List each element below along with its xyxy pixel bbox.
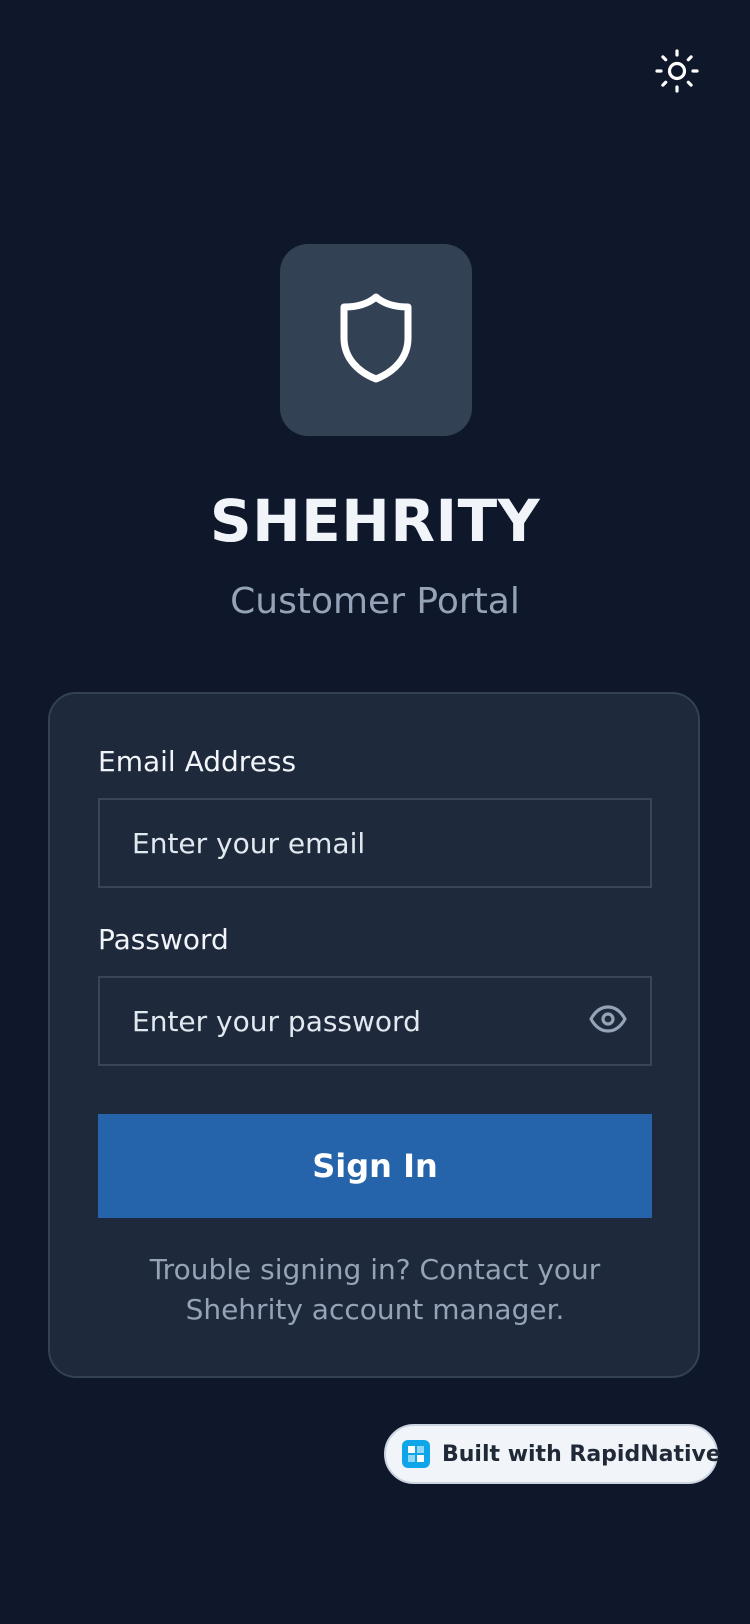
password-field-container	[98, 976, 652, 1066]
shield-icon	[336, 292, 416, 388]
app-logo	[280, 244, 472, 436]
show-password-toggle[interactable]	[588, 1001, 628, 1041]
email-field-container	[98, 798, 652, 888]
built-with-label: Built with RapidNative	[442, 1441, 721, 1467]
eye-icon	[589, 1005, 627, 1037]
sun-icon	[655, 49, 699, 97]
brand-subtitle: Customer Portal	[230, 581, 520, 622]
sign-in-button[interactable]: Sign In	[98, 1114, 652, 1218]
email-input[interactable]	[132, 800, 572, 886]
theme-toggle-button[interactable]	[654, 49, 700, 97]
built-with-badge[interactable]: Built with RapidNative	[384, 1424, 721, 1484]
brand-title: SHEHRITY	[209, 487, 541, 555]
help-text: Trouble signing in? Contact your Shehrit…	[149, 1253, 601, 1326]
password-label: Password	[98, 923, 229, 956]
email-label: Email Address	[98, 745, 297, 778]
rapidnative-logo-icon	[402, 1440, 430, 1468]
password-input[interactable]	[132, 978, 572, 1064]
